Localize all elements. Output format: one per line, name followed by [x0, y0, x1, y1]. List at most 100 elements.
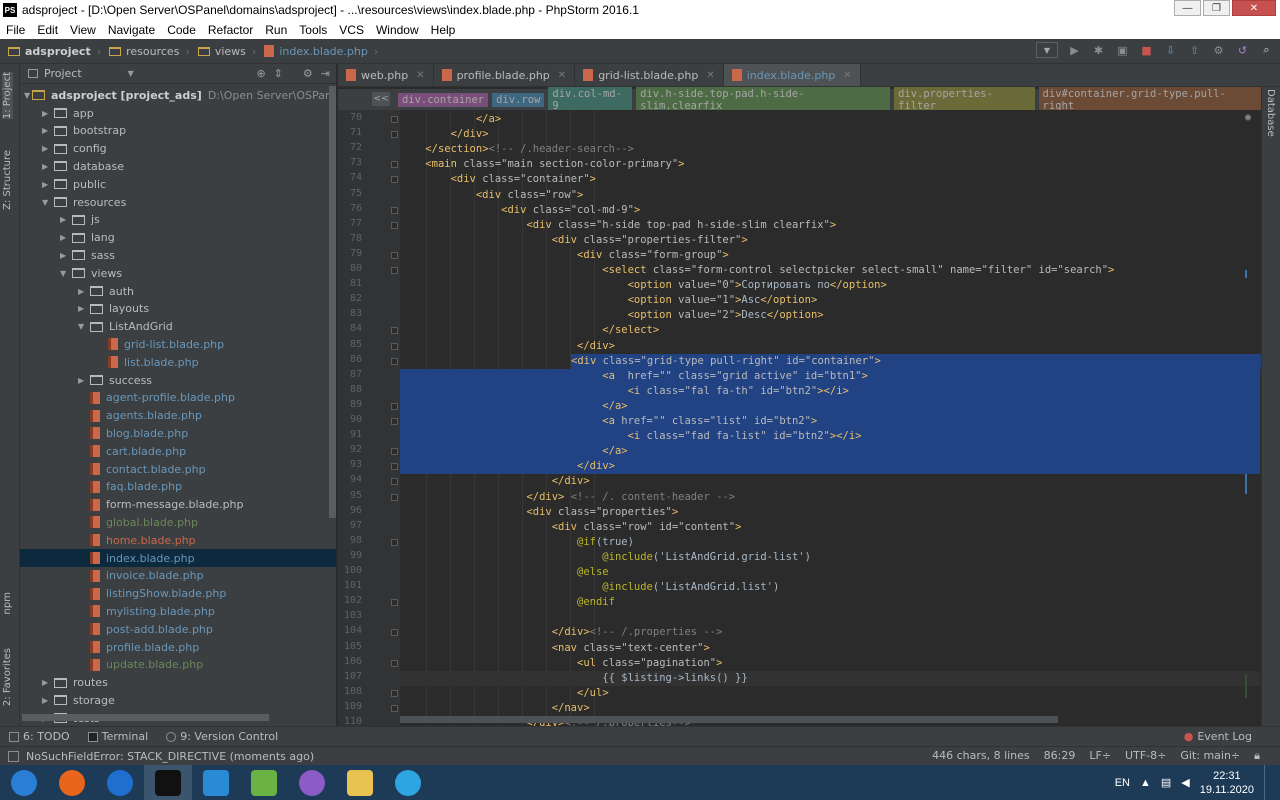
code-line[interactable]: </a>	[400, 398, 1260, 414]
tree-item[interactable]: form-message.blade.php	[20, 496, 336, 514]
fold-marker-icon[interactable]	[391, 538, 398, 546]
notepad-icon[interactable]	[240, 765, 288, 800]
code-line[interactable]: </div><!-- /.properties -->	[400, 625, 1260, 640]
menu-file[interactable]: File	[0, 23, 31, 37]
eye-icon[interactable]: ◉	[1245, 112, 1251, 123]
file-explorer-icon[interactable]	[336, 765, 384, 800]
locate-icon[interactable]: ⊕	[256, 67, 265, 80]
tree-item[interactable]: blog.blade.php	[20, 424, 336, 442]
code-line[interactable]: <i class="fal fa-th" id="btn2"></i>	[400, 383, 1260, 399]
tab-profile-blade[interactable]: profile.blade.php ✕	[434, 64, 576, 86]
chevron-right-icon[interactable]: ▶	[60, 251, 72, 260]
fold-marker-icon[interactable]	[391, 206, 398, 214]
fold-marker-icon[interactable]	[391, 267, 398, 274]
menu-help[interactable]: Help	[425, 23, 462, 37]
show-desktop-button[interactable]	[1264, 765, 1272, 800]
chevron-right-icon[interactable]: ▶	[42, 180, 54, 189]
tree-root[interactable]: ▼ adsproject [project_ads] D:\Open Serve…	[20, 86, 336, 104]
code-line[interactable]: </div>	[400, 339, 1260, 354]
tree-item[interactable]: faq.blade.php	[20, 478, 336, 496]
chevron-right-icon[interactable]: ▶	[60, 215, 72, 224]
github-desktop-icon[interactable]	[288, 765, 336, 800]
tray-arrow-icon[interactable]: ▲	[1140, 777, 1151, 789]
code-line[interactable]: </a>	[400, 444, 1260, 460]
project-horizontal-scrollbar[interactable]	[22, 714, 269, 721]
code-line[interactable]: <option value="1">Asc</option>	[400, 293, 1260, 308]
tree-item[interactable]: ▼ resources	[20, 193, 336, 211]
structure-tool-tab[interactable]: Z: Structure	[2, 150, 13, 210]
firefox-icon[interactable]	[48, 765, 96, 800]
chevron-right-icon[interactable]: ▶	[42, 109, 54, 118]
code-line[interactable]: @include('ListAndGrid.grid-list')	[400, 550, 1260, 565]
tab-web-php[interactable]: web.php ✕	[338, 64, 434, 86]
tag-crumb-div-properties-filter[interactable]: div.properties-filter	[894, 86, 1035, 113]
code-line[interactable]: <a href="" class="list" id="btn2">	[400, 414, 1260, 429]
tree-item[interactable]: ▶ auth	[20, 282, 336, 300]
chevron-down-icon[interactable]: ▼	[42, 198, 54, 207]
terminal-tool-button[interactable]: Terminal	[79, 730, 158, 743]
lock-icon[interactable]: 🔒︎	[1254, 749, 1260, 763]
fold-marker-icon[interactable]	[391, 418, 398, 425]
chevron-right-icon[interactable]: ▶	[42, 678, 54, 687]
project-view-selector[interactable]: Project	[44, 67, 82, 80]
code-line[interactable]: <div class="properties-filter">	[400, 233, 1260, 248]
toggle-tool-windows-icon[interactable]	[8, 750, 19, 762]
code-line[interactable]: @endif	[400, 595, 1260, 610]
menu-window[interactable]: Window	[370, 23, 425, 37]
tag-crumb-div-row[interactable]: div.row	[492, 92, 545, 107]
code-line[interactable]: <ul class="pagination">	[400, 656, 1260, 671]
file-encoding[interactable]: UTF-8÷	[1125, 749, 1166, 763]
close-icon[interactable]: ✕	[706, 70, 714, 81]
project-scrollbar[interactable]	[329, 86, 336, 518]
tree-item[interactable]: ▼ views	[20, 264, 336, 282]
code-line[interactable]: <select class="form-control selectpicker…	[400, 263, 1260, 278]
chevron-right-icon[interactable]: ▶	[78, 304, 90, 313]
fold-marker-icon[interactable]	[391, 221, 398, 229]
code-line[interactable]: {{ $listing->links() }}	[400, 670, 1260, 686]
telegram-icon[interactable]	[384, 765, 432, 800]
tag-crumb-div-grid-type[interactable]: div#container.grid-type.pull-right	[1038, 86, 1261, 113]
vscode-icon[interactable]	[192, 765, 240, 800]
hide-panel-icon[interactable]: ⇥	[321, 67, 330, 80]
tree-item[interactable]: post-add.blade.php	[20, 620, 336, 638]
fold-marker-icon[interactable]	[391, 327, 398, 335]
code-line[interactable]: @include('ListAndGrid.list')	[400, 580, 1260, 595]
start-button[interactable]	[0, 765, 48, 800]
tree-item[interactable]: agent-profile.blade.php	[20, 389, 336, 407]
firefox-dev-icon[interactable]	[96, 765, 144, 800]
code-line[interactable]: </div> <!-- /. content-header -->	[400, 490, 1260, 505]
code-line[interactable]: @else	[400, 565, 1260, 580]
chevron-right-icon[interactable]: ▶	[60, 233, 72, 242]
caret-position[interactable]: 86:29	[1044, 749, 1076, 763]
tree-item[interactable]: ▶ sass	[20, 246, 336, 264]
menu-vcs[interactable]: VCS	[333, 23, 370, 37]
event-log-button[interactable]: ● Event Log	[1184, 730, 1252, 743]
code-line[interactable]: </select>	[400, 323, 1260, 338]
chevron-right-icon[interactable]: ▶	[78, 287, 90, 296]
todo-tool-button[interactable]: 6: TODO	[0, 730, 79, 743]
chevron-down-icon[interactable]: ▼	[78, 322, 90, 331]
tree-item[interactable]: profile.blade.php	[20, 638, 336, 656]
tag-crumb-div-h-side[interactable]: div.h-side.top-pad.h-side-slim.clearfix	[636, 86, 891, 113]
code-line[interactable]: <i class="fad fa-list" id="btn2"></i>	[400, 429, 1260, 445]
project-tool-tab[interactable]: 1: Project	[2, 72, 13, 120]
fold-marker-icon[interactable]	[391, 116, 398, 123]
code-line[interactable]: <option value="0">Сортировать по</option…	[400, 278, 1260, 293]
close-icon[interactable]: ✕	[558, 70, 566, 81]
tree-item[interactable]: ▼ ListAndGrid	[20, 318, 336, 336]
stop-icon[interactable]: ■	[1139, 43, 1154, 58]
code-line[interactable]: </div>	[400, 459, 1260, 475]
settings-icon[interactable]: ⚙	[1211, 43, 1226, 58]
chevron-right-icon[interactable]: ▶	[42, 696, 54, 705]
chevron-right-icon[interactable]: ▶	[78, 376, 90, 385]
line-separator[interactable]: LF÷	[1089, 749, 1111, 763]
git-branch[interactable]: Git: main÷	[1180, 749, 1240, 763]
fold-marker-icon[interactable]	[391, 599, 398, 607]
close-icon[interactable]: ✕	[843, 70, 851, 81]
run-icon[interactable]: ▶	[1067, 43, 1082, 58]
nav-crumb-project[interactable]: adsproject ›	[0, 45, 101, 58]
fold-marker-icon[interactable]	[391, 342, 398, 350]
tree-item[interactable]: ▶ storage	[20, 691, 336, 709]
volume-icon[interactable]: ◀	[1181, 776, 1189, 789]
tree-item[interactable]: home.blade.php	[20, 531, 336, 549]
